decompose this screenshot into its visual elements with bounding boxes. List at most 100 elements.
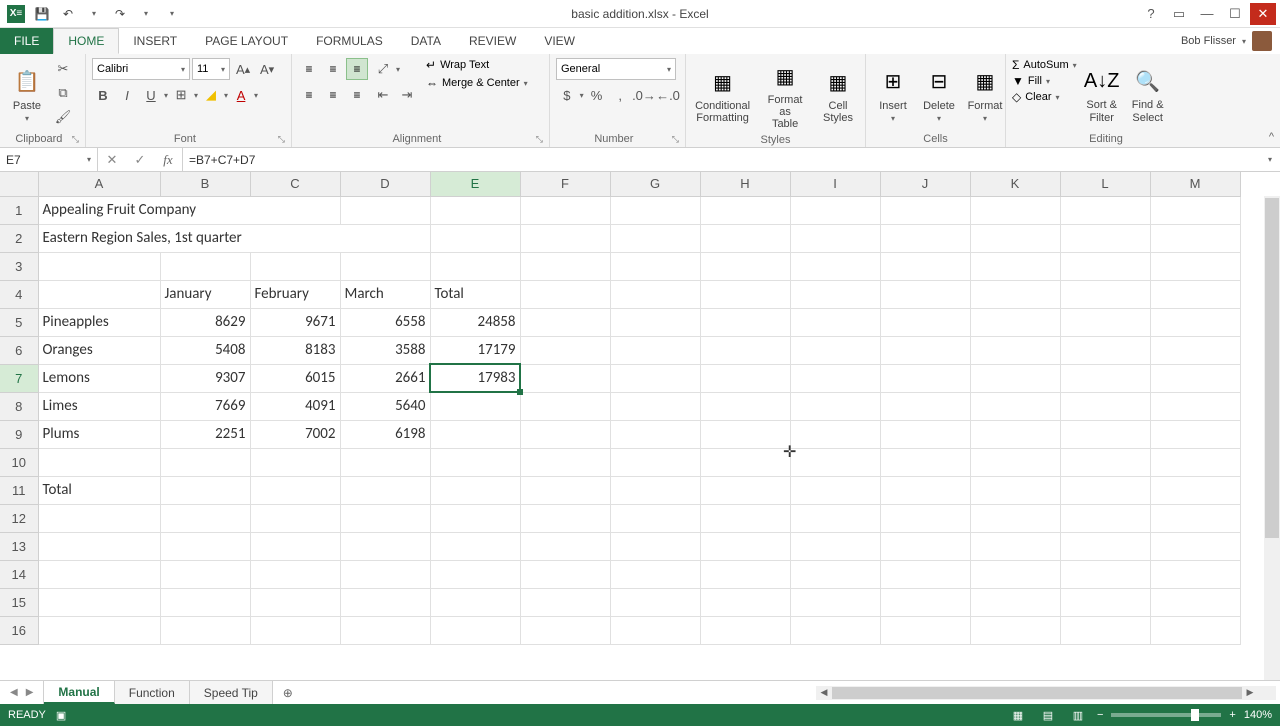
cell[interactable]: [790, 224, 880, 252]
cell[interactable]: [790, 336, 880, 364]
cell[interactable]: [700, 308, 790, 336]
cell[interactable]: [700, 420, 790, 448]
sheet-tab-manual[interactable]: Manual: [44, 681, 114, 704]
cell[interactable]: [700, 252, 790, 280]
cell[interactable]: [970, 196, 1060, 224]
cell[interactable]: [610, 476, 700, 504]
cell[interactable]: 6015: [250, 364, 340, 392]
cell[interactable]: [250, 504, 340, 532]
cell[interactable]: [790, 252, 880, 280]
cell[interactable]: [970, 532, 1060, 560]
cell[interactable]: [160, 560, 250, 588]
number-format-combo[interactable]: General▾: [556, 58, 676, 80]
cell[interactable]: [160, 252, 250, 280]
cell[interactable]: [970, 560, 1060, 588]
cell[interactable]: [1150, 448, 1240, 476]
cell[interactable]: [430, 588, 520, 616]
tab-insert[interactable]: INSERT: [119, 28, 191, 54]
cell[interactable]: [610, 448, 700, 476]
column-header-G[interactable]: G: [610, 172, 700, 196]
italic-icon[interactable]: I: [116, 84, 138, 106]
shrink-font-icon[interactable]: A▾: [256, 58, 278, 80]
cell[interactable]: [430, 504, 520, 532]
cell[interactable]: [520, 308, 610, 336]
cell[interactable]: [970, 336, 1060, 364]
minimize-icon[interactable]: —: [1194, 3, 1220, 25]
decrease-decimal-icon[interactable]: ←.0: [657, 84, 679, 106]
cell[interactable]: [970, 364, 1060, 392]
cell[interactable]: [790, 504, 880, 532]
cell[interactable]: 8629: [160, 308, 250, 336]
cell[interactable]: [970, 448, 1060, 476]
cell[interactable]: 17179: [430, 336, 520, 364]
row-header-7[interactable]: 7: [0, 364, 38, 392]
insert-cells-button[interactable]: ⊞Insert▾: [872, 58, 914, 131]
expand-formula-bar-icon[interactable]: ▾: [1260, 148, 1280, 171]
cell[interactable]: [880, 224, 970, 252]
align-top-icon[interactable]: ≡: [298, 58, 320, 80]
undo-dropdown-icon[interactable]: ▾: [82, 3, 106, 25]
cell[interactable]: [520, 196, 610, 224]
cell[interactable]: [610, 364, 700, 392]
horizontal-scrollbar[interactable]: ◀ ▶: [816, 686, 1276, 700]
cell[interactable]: [880, 336, 970, 364]
cell[interactable]: [1060, 476, 1150, 504]
cell[interactable]: [1060, 196, 1150, 224]
cell[interactable]: [790, 616, 880, 644]
align-center-icon[interactable]: ≡: [322, 84, 344, 106]
cell[interactable]: [520, 280, 610, 308]
zoom-level[interactable]: 140%: [1244, 709, 1272, 721]
cell[interactable]: [1150, 616, 1240, 644]
cancel-formula-icon[interactable]: ✕: [98, 152, 126, 168]
cell[interactable]: [610, 224, 700, 252]
cell[interactable]: [520, 560, 610, 588]
cell[interactable]: [610, 588, 700, 616]
cell[interactable]: [610, 252, 700, 280]
cell[interactable]: [340, 588, 430, 616]
row-header-9[interactable]: 9: [0, 420, 38, 448]
cell[interactable]: [1060, 252, 1150, 280]
redo-icon[interactable]: ↷: [108, 3, 132, 25]
name-box[interactable]: E7▾: [0, 148, 98, 171]
font-name-combo[interactable]: Calibri▾: [92, 58, 190, 80]
cell[interactable]: March: [340, 280, 430, 308]
cell[interactable]: [430, 392, 520, 420]
cell[interactable]: Total: [38, 476, 160, 504]
cell[interactable]: [250, 588, 340, 616]
cell[interactable]: [880, 420, 970, 448]
cell[interactable]: [160, 476, 250, 504]
cell[interactable]: [700, 532, 790, 560]
clear-button[interactable]: ◇Clear▾: [1012, 90, 1077, 104]
cell[interactable]: [520, 476, 610, 504]
column-header-B[interactable]: B: [160, 172, 250, 196]
cell[interactable]: [38, 252, 160, 280]
cell[interactable]: [1150, 504, 1240, 532]
cell[interactable]: [700, 196, 790, 224]
font-launcher-icon[interactable]: ⤡: [278, 134, 285, 145]
cell[interactable]: [880, 504, 970, 532]
column-header-J[interactable]: J: [880, 172, 970, 196]
cell[interactable]: [880, 252, 970, 280]
cell[interactable]: [430, 532, 520, 560]
cell[interactable]: [790, 588, 880, 616]
cell[interactable]: [790, 364, 880, 392]
cell[interactable]: February: [250, 280, 340, 308]
cell[interactable]: [970, 616, 1060, 644]
cell[interactable]: Oranges: [38, 336, 160, 364]
cell[interactable]: [700, 336, 790, 364]
cell[interactable]: Limes: [38, 392, 160, 420]
cell[interactable]: [1150, 252, 1240, 280]
row-header-15[interactable]: 15: [0, 588, 38, 616]
delete-cells-button[interactable]: ⊟Delete▾: [918, 58, 960, 131]
increase-indent-icon[interactable]: ⇥: [396, 84, 418, 106]
cell[interactable]: [700, 616, 790, 644]
row-header-14[interactable]: 14: [0, 560, 38, 588]
row-header-10[interactable]: 10: [0, 448, 38, 476]
cell[interactable]: [1060, 560, 1150, 588]
cell[interactable]: [160, 616, 250, 644]
cell[interactable]: [340, 252, 430, 280]
undo-icon[interactable]: ↶: [56, 3, 80, 25]
cell[interactable]: [1150, 392, 1240, 420]
avatar[interactable]: [1252, 31, 1272, 51]
paste-button[interactable]: 📋 Paste ▾: [6, 58, 48, 131]
